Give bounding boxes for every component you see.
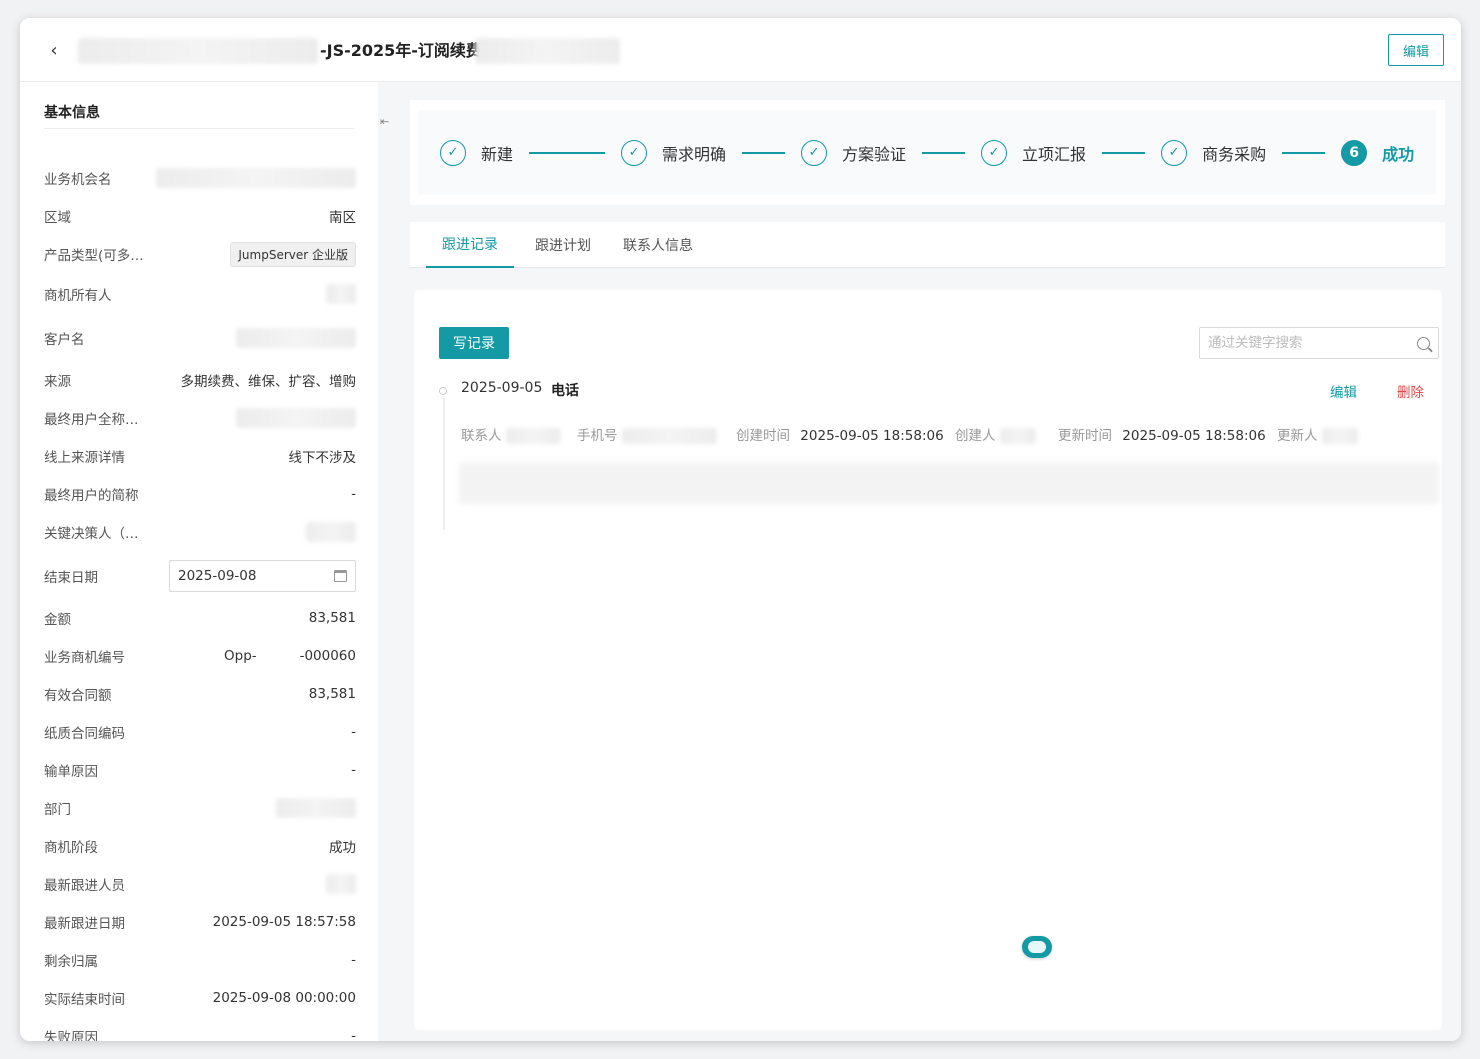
stage-connector [529, 151, 606, 154]
field-failure-reason: 失败原因 - [44, 1028, 356, 1041]
field-region: 区域 南区 [44, 210, 356, 226]
field-paper-contract-code: 纸质合同编码 - [44, 724, 356, 742]
stage-step-procurement: ✓ 商务采购 [1161, 139, 1266, 166]
divider [44, 128, 354, 129]
search-input[interactable] [1208, 335, 1398, 351]
field-customer-name: 客户名 [44, 326, 356, 350]
field-source: 来源 多期续费、维保、扩容、增购 [44, 374, 356, 390]
record-updated: 更新时间 2025-09-05 18:58:06 [1058, 428, 1266, 444]
search-box[interactable] [1199, 327, 1439, 359]
field-remaining-attribution: 剩余归属 - [44, 952, 356, 970]
field-department: 部门 [44, 796, 356, 820]
redacted-value [326, 284, 356, 304]
redacted-value [999, 428, 1036, 444]
check-icon: ✓ [1161, 139, 1188, 166]
field-stage: 商机阶段 成功 [44, 840, 356, 856]
field-owner: 商机所有人 [44, 282, 356, 306]
edit-button[interactable]: 编辑 [1388, 34, 1444, 66]
back-icon[interactable]: ‹ [42, 38, 66, 62]
redacted-value [306, 522, 356, 542]
timeline-line [443, 398, 445, 530]
field-product-type: 产品类型(可多… JumpServer 企业版 [44, 241, 356, 267]
end-date-picker[interactable]: 2025-09-08 [169, 560, 356, 592]
stage-steps: ✓ 新建 ✓ 需求明确 ✓ 方案验证 ✓ 立项汇报 ✓ 商务采购 6 成功 [418, 110, 1436, 195]
stage-connector [922, 151, 966, 154]
check-icon: ✓ [621, 139, 648, 166]
stage-connector [742, 151, 786, 154]
panel-splitter[interactable] [378, 82, 392, 1041]
field-online-source: 线上来源详情 线下不涉及 [44, 450, 356, 466]
record-phone: 手机号 [577, 424, 717, 444]
main-content: ✓ 新建 ✓ 需求明确 ✓ 方案验证 ✓ 立项汇报 ✓ 商务采购 6 成功 跟进… [392, 82, 1461, 1041]
field-actual-end-time: 实际结束时间 2025-09-08 00:00:00 [44, 990, 356, 1008]
redacted-value [236, 408, 356, 428]
field-key-decision-maker: 关键决策人（… [44, 520, 356, 544]
search-icon[interactable] [1417, 336, 1430, 350]
field-amount: 金额 83,581 [44, 610, 356, 628]
assistant-bot-icon[interactable] [1022, 936, 1052, 958]
stage-step-proposal: ✓ 立项汇报 [981, 139, 1086, 166]
collapse-panel-icon[interactable]: ⇤ [380, 115, 389, 128]
redacted-value [505, 428, 561, 444]
field-latest-follower: 最新跟进人员 [44, 872, 356, 896]
record-updater: 更新人 [1277, 424, 1358, 444]
record-delete-link[interactable]: 删除 [1397, 381, 1424, 401]
stage-step-requirement: ✓ 需求明确 [621, 139, 726, 166]
calendar-icon [334, 570, 347, 582]
field-opportunity-name: 业务机会名 [44, 166, 356, 190]
stage-step-success: 6 成功 [1341, 139, 1414, 166]
record-edit-link[interactable]: 编辑 [1330, 381, 1357, 401]
record-created: 创建时间 2025-09-05 18:58:06 [736, 428, 944, 444]
tab-bar: 跟进记录 跟进计划 联系人信息 [410, 222, 1445, 268]
basic-info-title: 基本信息 [44, 105, 100, 121]
title-redacted-suffix [475, 38, 620, 64]
tab-follow-plan[interactable]: 跟进计划 [535, 222, 591, 268]
step-number-badge: 6 [1341, 139, 1368, 166]
check-icon: ✓ [801, 139, 828, 166]
field-contract-amount: 有效合同额 83,581 [44, 686, 356, 704]
app-window: ‹ -JS-2025年-订阅续费 编辑 基本信息 业务机会名 区域 南区 产品类… [20, 18, 1461, 1041]
redacted-value [1321, 428, 1358, 444]
tab-contacts[interactable]: 联系人信息 [623, 222, 693, 268]
stage-progress: ✓ 新建 ✓ 需求明确 ✓ 方案验证 ✓ 立项汇报 ✓ 商务采购 6 成功 [410, 100, 1445, 205]
record-date: 2025-09-05 [461, 380, 543, 396]
records-panel: 写记录 2025-09-05 电话 编辑 删除 联系人 手机号 创建时间 202… [414, 290, 1442, 1030]
check-icon: ✓ [440, 139, 466, 166]
field-end-user-full: 最终用户全称… [44, 406, 356, 430]
timeline-dot [439, 387, 447, 395]
stage-step-new: ✓ 新建 [440, 139, 513, 166]
check-icon: ✓ [981, 139, 1008, 166]
title-redacted-prefix [78, 38, 318, 64]
stage-step-solution: ✓ 方案验证 [801, 139, 906, 166]
redacted-value [156, 168, 356, 188]
stage-connector [1282, 151, 1326, 154]
field-end-date: 结束日期 2025-09-08 [44, 560, 356, 592]
tab-follow-records[interactable]: 跟进记录 [426, 222, 514, 268]
page-title: -JS-2025年-订阅续费 [320, 41, 482, 60]
redacted-value [326, 874, 356, 894]
header-bar: ‹ -JS-2025年-订阅续费 编辑 [20, 18, 1461, 82]
product-tag: JumpServer 企业版 [230, 241, 356, 267]
redacted-value [236, 328, 356, 348]
redacted-value [621, 428, 717, 444]
field-latest-follow-date: 最新跟进日期 2025-09-05 18:57:58 [44, 914, 356, 932]
record-creator: 创建人 [955, 424, 1036, 444]
redacted-value [276, 798, 356, 818]
record-contact: 联系人 [461, 424, 561, 444]
record-type: 电话 [551, 383, 579, 399]
write-record-button[interactable]: 写记录 [439, 327, 509, 359]
field-opportunity-id: 业务商机编号 Opp- -000060 [44, 648, 356, 666]
field-loss-reason: 输单原因 - [44, 762, 356, 780]
basic-info-panel: 基本信息 业务机会名 区域 南区 产品类型(可多… JumpServer 企业版… [20, 82, 378, 1041]
field-end-user-short: 最终用户的简称 - [44, 486, 356, 504]
record-content-redacted [459, 462, 1439, 504]
stage-connector [1102, 151, 1146, 154]
